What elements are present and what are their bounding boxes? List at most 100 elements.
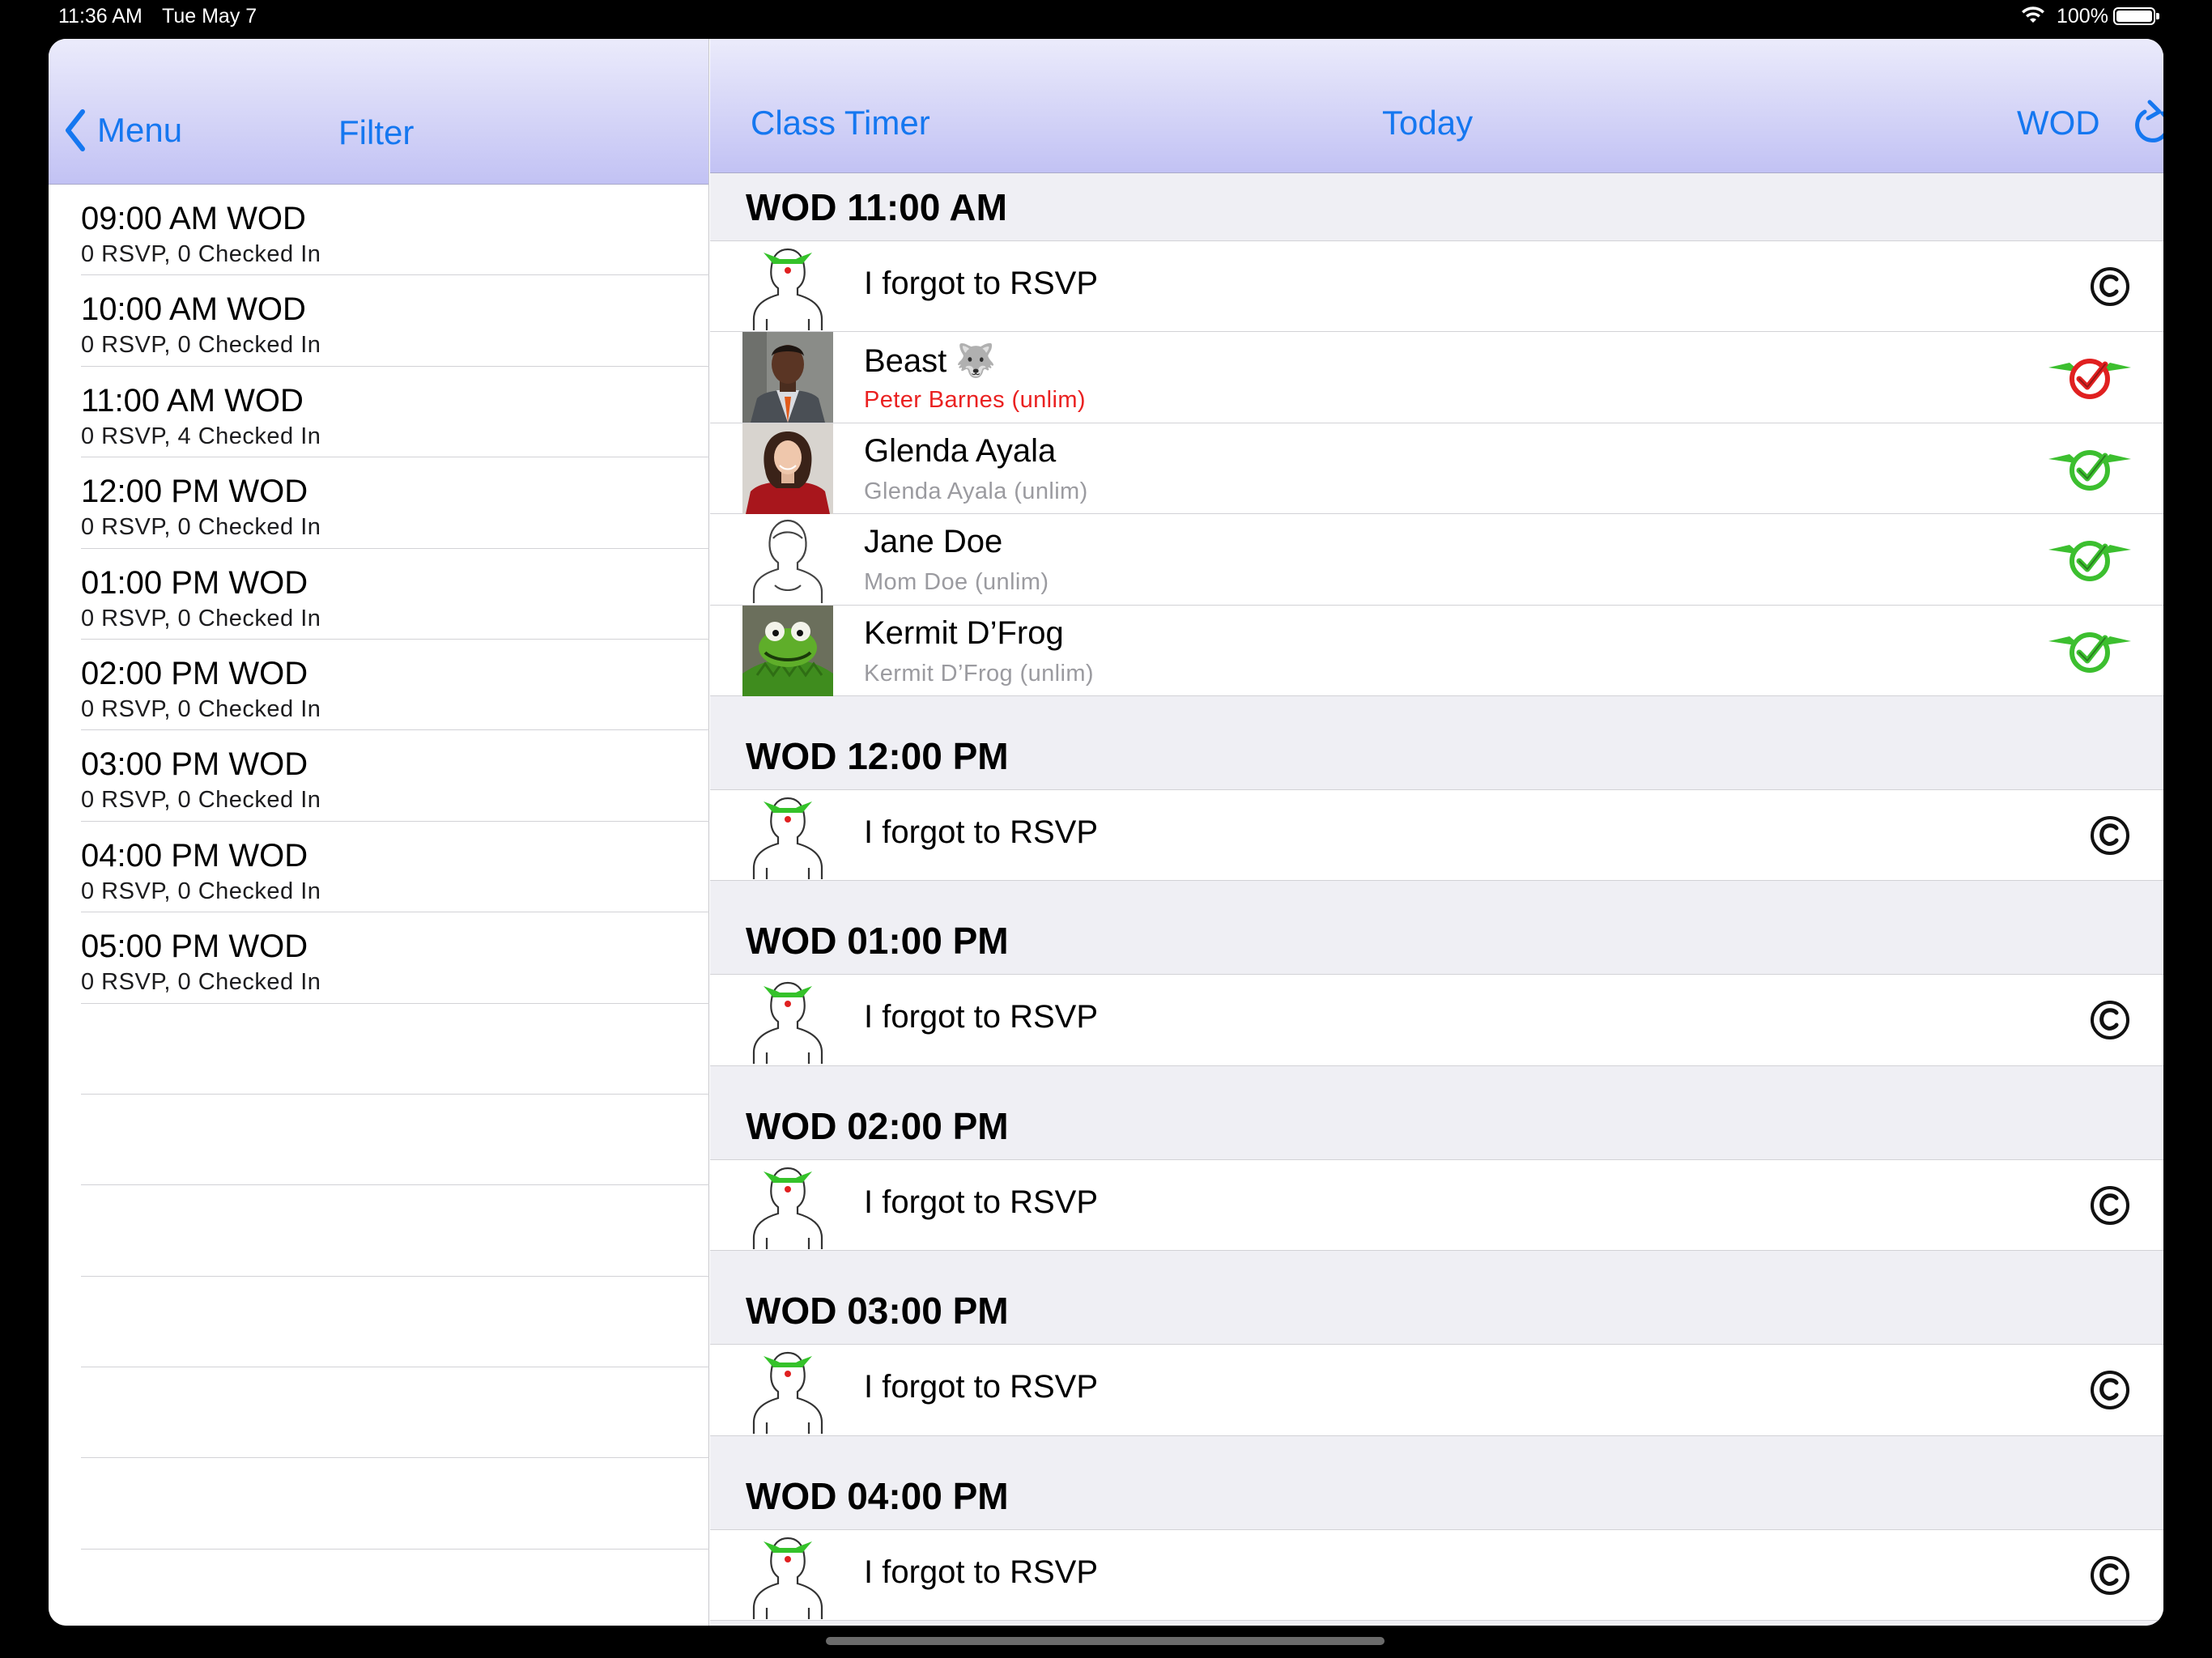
class-list-item[interactable]: 03:00 PM WOD 0 RSVP, 0 Checked In (81, 730, 709, 822)
forgot-rsvp-avatar-icon (742, 1530, 833, 1621)
forgot-rsvp-row[interactable]: I forgot to RSVP (710, 1159, 2163, 1252)
member-row[interactable]: Beast 🐺 Peter Barnes (unlim) (710, 332, 2163, 423)
class-list-item[interactable]: 09:00 AM WOD 0 RSVP, 0 Checked In (81, 185, 709, 276)
class-list-item[interactable]: 05:00 PM WOD 0 RSVP, 0 Checked In (81, 912, 709, 1004)
member-name: I forgot to RSVP (864, 999, 1099, 1035)
section-title: WOD 04:00 PM (746, 1474, 1009, 1517)
checkin-c-icon[interactable] (2086, 996, 2134, 1044)
member-name: I forgot to RSVP (864, 1369, 1099, 1405)
class-summary: 0 RSVP, 0 Checked In (81, 878, 321, 904)
section-header: WOD 02:00 PM (710, 1065, 2163, 1160)
menu-back-button[interactable]: Menu (63, 108, 182, 152)
empty-list-row (81, 1550, 709, 1626)
member-row[interactable]: Jane Doe Mom Doe (unlim) (710, 514, 2163, 606)
female-avatar-icon (742, 514, 833, 605)
section-title: WOD 01:00 PM (746, 920, 1009, 963)
battery-percent: 100% (2057, 5, 2108, 28)
class-title: 04:00 PM WOD (81, 837, 308, 874)
class-list-item[interactable]: 04:00 PM WOD 0 RSVP, 0 Checked In (81, 822, 709, 913)
class-title: 02:00 PM WOD (81, 655, 308, 691)
section-title: WOD 03:00 PM (746, 1290, 1009, 1333)
class-list: 09:00 AM WOD 0 RSVP, 0 Checked In 10:00 AM… (49, 185, 709, 1626)
wod-button[interactable]: WOD (2017, 104, 2100, 142)
class-summary: 0 RSVP, 0 Checked In (81, 241, 321, 267)
filter-button[interactable]: Filter (338, 113, 414, 152)
section-title: WOD 12:00 PM (746, 734, 1009, 777)
checked-in-green-icon[interactable] (2045, 622, 2134, 678)
forgot-rsvp-avatar-icon (742, 1345, 833, 1435)
master-nav-bar: Menu Filter (49, 39, 708, 185)
member-plan: Peter Barnes (unlim) (864, 387, 1086, 414)
class-list-item[interactable]: 02:00 PM WOD 0 RSVP, 0 Checked In (81, 640, 709, 731)
forgot-rsvp-row[interactable]: I forgot to RSVP (710, 1345, 2163, 1436)
class-summary: 0 RSVP, 0 Checked In (81, 969, 321, 996)
class-list-item[interactable]: 12:00 PM WOD 0 RSVP, 0 Checked In (81, 457, 709, 549)
status-time: 11:36 AM (58, 5, 143, 28)
class-title: 05:00 PM WOD (81, 929, 308, 965)
class-list-item[interactable]: 10:00 AM WOD 0 RSVP, 0 Checked In (81, 275, 709, 367)
empty-list-row (81, 1277, 709, 1368)
checkin-c-icon[interactable] (2086, 811, 2134, 860)
class-list-item[interactable]: 11:00 AM WOD 0 RSVP, 4 Checked In (81, 367, 709, 458)
forgot-rsvp-row[interactable]: I forgot to RSVP (710, 1529, 2163, 1621)
checkin-c-icon[interactable] (2086, 1181, 2134, 1230)
class-title: 03:00 PM WOD (81, 746, 308, 783)
member-row[interactable]: Kermit D’Frog Kermit D’Frog (unlim) (710, 605, 2163, 696)
member-name: Beast 🐺 (864, 343, 997, 380)
member-name: Glenda Ayala (864, 432, 1057, 469)
empty-list-row (81, 1367, 709, 1459)
checked-in-red-icon[interactable] (2045, 348, 2134, 405)
forgot-rsvp-row[interactable]: I forgot to RSVP (710, 975, 2163, 1066)
app-window: Menu Filter 09:00 AM WOD 0 RSVP, 0 Checke… (49, 39, 2163, 1626)
class-title: 01:00 PM WOD (81, 564, 308, 601)
class-summary: 0 RSVP, 0 Checked In (81, 332, 321, 359)
member-name: Jane Doe (864, 524, 1003, 560)
forgot-rsvp-avatar-icon (742, 241, 833, 332)
checkin-c-icon[interactable] (2086, 1366, 2134, 1414)
section-header: WOD 12:00 PM (710, 695, 2163, 790)
section-title: WOD 02:00 PM (746, 1104, 1009, 1147)
class-summary: 0 RSVP, 0 Checked In (81, 605, 321, 631)
wifi-icon (2022, 6, 2044, 23)
checkin-c-icon[interactable] (2086, 1551, 2134, 1600)
menu-back-label: Menu (97, 111, 183, 149)
empty-list-row (81, 1004, 709, 1095)
today-button[interactable]: Today (1382, 104, 1473, 142)
forgot-rsvp-avatar-icon (742, 975, 833, 1065)
class-timer-button[interactable]: Class Timer (751, 104, 930, 142)
forgot-rsvp-avatar-icon (742, 1160, 833, 1251)
member-name: I forgot to RSVP (864, 814, 1099, 850)
class-title: 12:00 PM WOD (81, 474, 308, 510)
section-header: WOD 01:00 PM (710, 881, 2163, 976)
checked-in-green-icon[interactable] (2045, 440, 2134, 496)
member-avatar (742, 332, 833, 423)
refresh-icon (2135, 100, 2163, 142)
refresh-button[interactable] (2130, 99, 2163, 147)
class-list-item[interactable]: 01:00 PM WOD 0 RSVP, 0 Checked In (81, 549, 709, 640)
class-title: 10:00 AM WOD (81, 291, 306, 328)
class-summary: 0 RSVP, 0 Checked In (81, 787, 321, 814)
member-name: I forgot to RSVP (864, 266, 1099, 301)
member-name: Kermit D’Frog (864, 614, 1064, 651)
forgot-rsvp-row[interactable]: I forgot to RSVP (710, 789, 2163, 882)
section-title: WOD 11:00 AM (746, 186, 1007, 228)
empty-list-row (81, 1185, 709, 1277)
class-title: 11:00 AM WOD (81, 382, 304, 419)
member-plan: Kermit D’Frog (unlim) (864, 660, 1094, 687)
class-title: 09:00 AM WOD (81, 201, 306, 236)
empty-list-row (81, 1458, 709, 1550)
member-plan: Mom Doe (unlim) (864, 569, 1049, 596)
class-summary: 0 RSVP, 0 Checked In (81, 695, 321, 722)
member-row[interactable]: Glenda Ayala Glenda Ayala (unlim) (710, 423, 2163, 515)
class-summary: 0 RSVP, 4 Checked In (81, 423, 321, 449)
forgot-rsvp-row[interactable]: I forgot to RSVP (710, 241, 2163, 333)
member-avatar (742, 423, 833, 514)
status-bar: 11:36 AM Tue May 7 100% (0, 0, 2212, 37)
checked-in-green-icon[interactable] (2045, 530, 2134, 587)
member-plan: Glenda Ayala (unlim) (864, 478, 1088, 504)
home-indicator[interactable] (826, 1637, 1385, 1645)
section-header: WOD 11:00 AM (710, 173, 2163, 241)
attendance-pane: Class Timer Today WOD WOD 11:00 AM I forg… (710, 39, 2163, 1626)
detail-nav-bar: Class Timer Today WOD (710, 39, 2163, 173)
checkin-c-icon[interactable] (2086, 262, 2134, 311)
